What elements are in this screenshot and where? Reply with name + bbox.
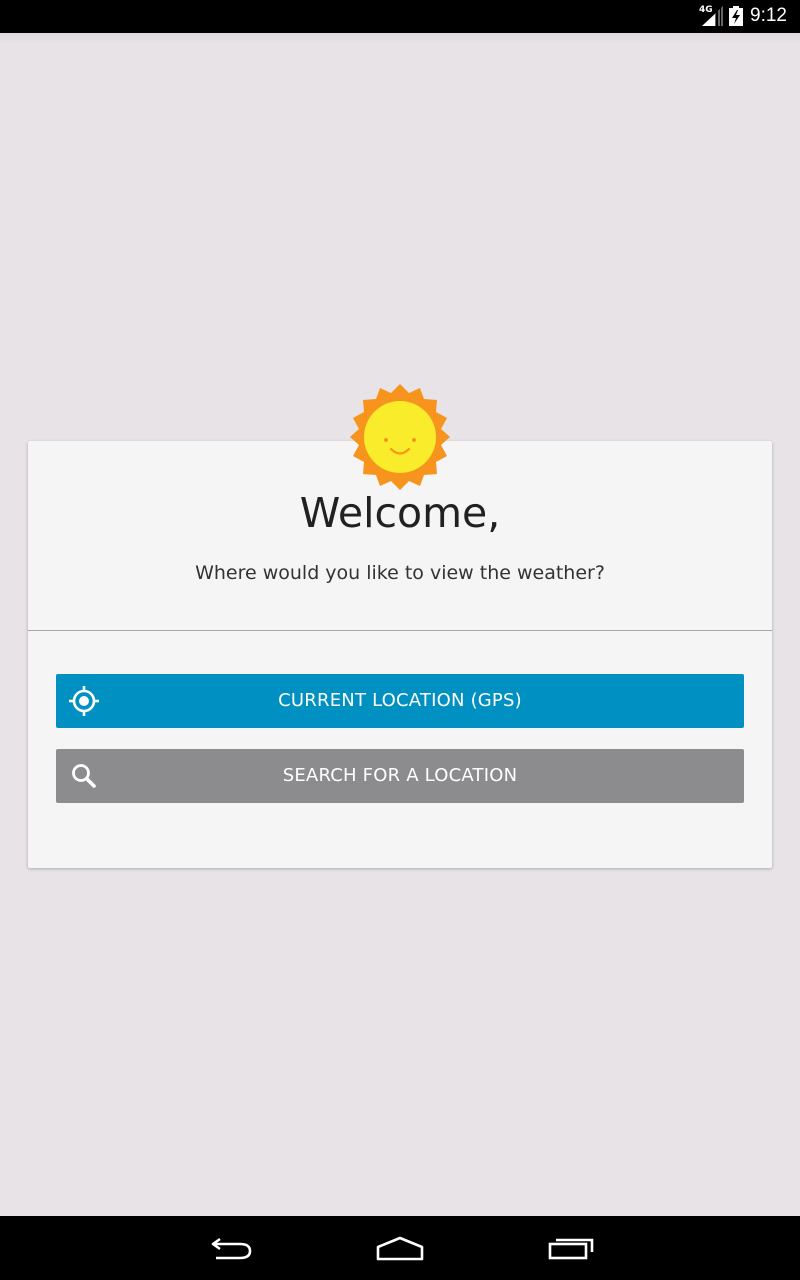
search-location-button[interactable]: SEARCH FOR A LOCATION <box>56 749 744 803</box>
signal-icon <box>702 6 723 26</box>
divider <box>28 630 772 631</box>
action-bar-shadow <box>0 33 800 43</box>
recents-icon[interactable] <box>542 1228 602 1268</box>
smiling-sun-icon <box>350 384 450 490</box>
home-icon[interactable] <box>370 1228 430 1268</box>
current-location-button[interactable]: CURRENT LOCATION (GPS) <box>56 674 744 728</box>
back-icon[interactable] <box>200 1228 260 1268</box>
navigation-bar <box>0 1216 800 1280</box>
battery-charging-icon <box>729 6 743 26</box>
welcome-title: Welcome, <box>299 489 501 537</box>
current-location-label: CURRENT LOCATION (GPS) <box>278 690 522 711</box>
welcome-card: Welcome, Where would you like to view th… <box>28 441 772 868</box>
search-location-label: SEARCH FOR A LOCATION <box>282 765 518 786</box>
status-bar: 4G 9:12 <box>0 0 800 33</box>
clock: 9:12 <box>750 5 787 26</box>
welcome-subtitle: Where would you like to view the weather… <box>195 562 605 584</box>
